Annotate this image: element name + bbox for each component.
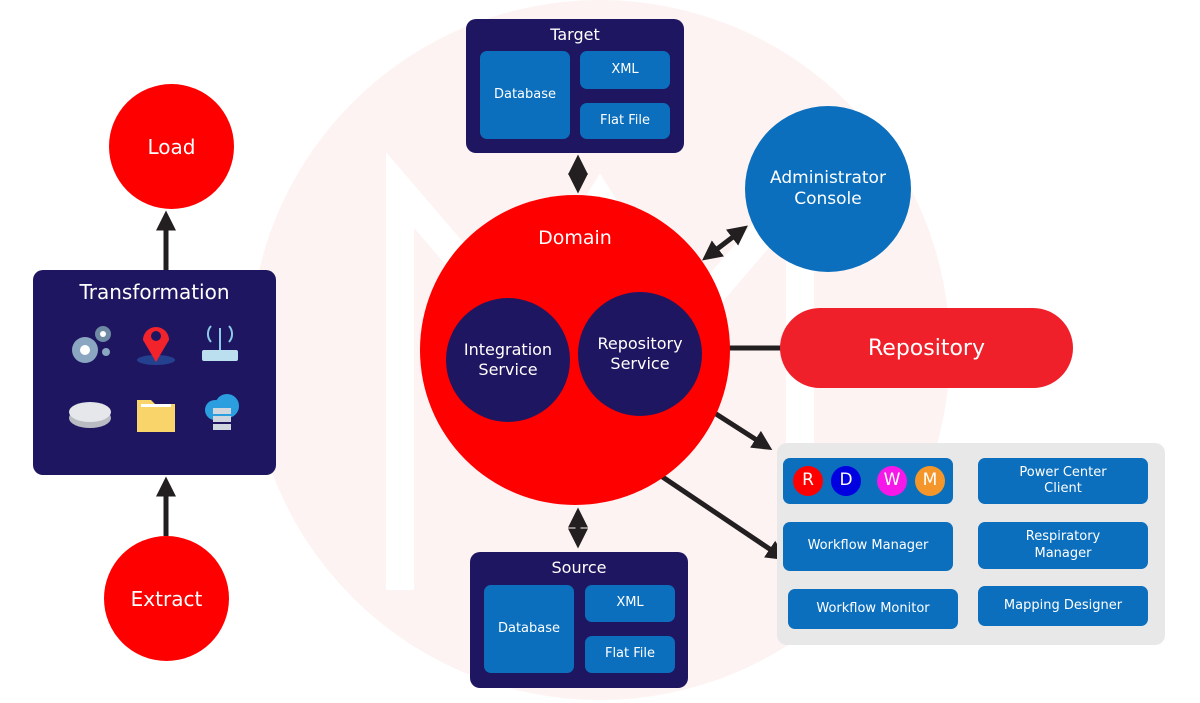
target-xml[interactable]: XML xyxy=(580,51,670,89)
gears-icon xyxy=(72,326,111,363)
integration-service[interactable]: Integration Service xyxy=(446,298,570,422)
source-box: Source Database XML Flat File xyxy=(470,552,688,688)
target-database[interactable]: Database xyxy=(480,51,570,139)
respiratory-manager[interactable]: Respiratory Manager xyxy=(978,522,1148,569)
source-xml[interactable]: XML xyxy=(585,585,675,622)
client-badges: R D W M xyxy=(783,458,953,504)
cloud-server-icon xyxy=(205,394,239,430)
target-flat-file[interactable]: Flat File xyxy=(580,103,670,139)
workflow-manager[interactable]: Workflow Manager xyxy=(783,522,953,571)
domain-title: Domain xyxy=(538,227,612,249)
transformation-title: Transformation xyxy=(79,280,230,304)
badge-w: W xyxy=(877,466,907,496)
workflow-monitor[interactable]: Workflow Monitor xyxy=(788,589,958,629)
wifi-router-icon xyxy=(202,325,238,361)
badge-m: M xyxy=(915,466,945,496)
source-title: Source xyxy=(551,558,607,577)
target-box: Target Database XML Flat File xyxy=(466,19,684,153)
extract-node: Extract xyxy=(104,536,229,661)
source-database[interactable]: Database xyxy=(484,585,574,673)
administrator-console[interactable]: Administrator Console xyxy=(745,106,911,272)
power-center-client[interactable]: Power Center Client xyxy=(978,458,1148,504)
load-node: Load xyxy=(109,84,234,209)
map-pin-icon xyxy=(137,327,175,365)
source-flat-file[interactable]: Flat File xyxy=(585,636,675,673)
badge-d: D xyxy=(831,466,861,496)
mapping-designer[interactable]: Mapping Designer xyxy=(978,586,1148,626)
disk-icon xyxy=(69,402,111,428)
target-title: Target xyxy=(550,25,600,44)
repository-node[interactable]: Repository xyxy=(780,308,1073,388)
client-panel: R D W M Power Center Client Workflow Man… xyxy=(777,443,1165,645)
transformation-box: Transformation xyxy=(33,270,276,475)
badge-r: R xyxy=(793,466,823,496)
repository-service[interactable]: Repository Service xyxy=(578,292,702,416)
folder-icon xyxy=(137,400,175,432)
